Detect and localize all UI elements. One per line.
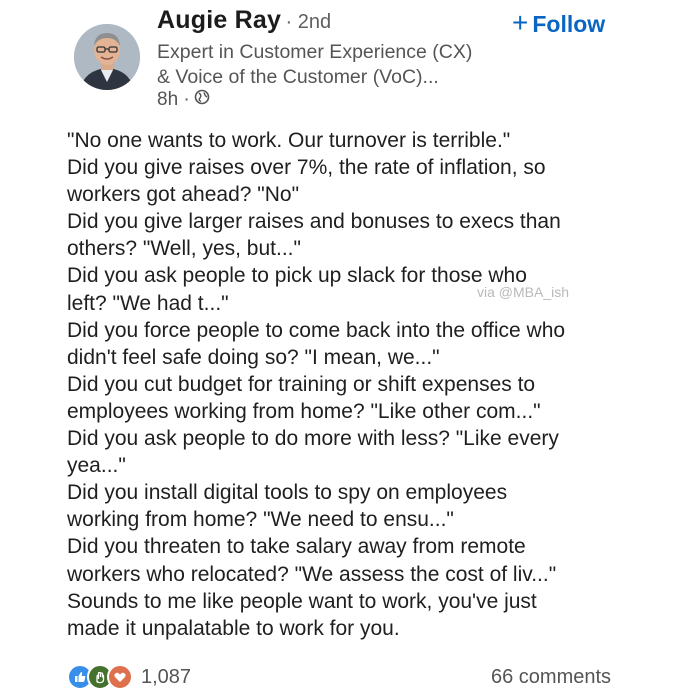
post-line: employees working from home? "Like other… — [67, 399, 541, 423]
follow-label: Follow — [532, 10, 606, 37]
post-line: Did you give raises over 7%, the rate of… — [67, 156, 546, 180]
post-line: Did you install digital tools to spy on … — [67, 481, 508, 505]
watermark: via @MBA_ish — [477, 284, 570, 300]
connection-degree: · 2nd — [285, 11, 332, 33]
headline-line: Expert in Customer Experience (CX) — [157, 41, 473, 63]
avatar[interactable] — [74, 24, 140, 90]
post-line: Did you force people to come back into t… — [67, 318, 566, 342]
post-line: working from home? "We need to ensu..." — [67, 508, 454, 532]
post-header: Augie Ray · 2nd Expert in Customer Exper… — [0, 0, 700, 120]
post-line: Did you cut budget for training or shift… — [67, 372, 536, 396]
headline-line: & Voice of the Customer (VoC)... — [157, 66, 439, 88]
social-bar: 1,087 66 comments — [0, 655, 700, 700]
post-line: didn't feel safe doing so? "I mean, we..… — [67, 345, 440, 369]
post-time-text: 8h · — [157, 89, 190, 110]
post-text: "No one wants to work. Our turnover is t… — [67, 127, 647, 642]
post-line: others? "Well, yes, but..." — [67, 237, 301, 261]
comments-count-link[interactable]: 66 comments — [491, 666, 611, 689]
post-line: made it unpalatable to work for you. — [67, 616, 400, 640]
plus-icon: + — [512, 7, 529, 38]
post-line: Did you give larger raises and bonuses t… — [67, 210, 561, 234]
post-line: workers who relocated? "We assess the co… — [67, 562, 557, 586]
globe-icon — [194, 89, 210, 111]
reaction-count: 1,087 — [141, 665, 192, 688]
post-line: Sounds to me like people want to work, y… — [67, 589, 537, 613]
reactions-summary[interactable]: 1,087 — [67, 664, 191, 690]
love-icon — [107, 664, 133, 690]
post-line: "No one wants to work. Our turnover is t… — [67, 129, 511, 152]
follow-button[interactable]: + Follow — [512, 8, 605, 40]
author-name-line: Augie Ray · 2nd — [157, 6, 331, 35]
author-headline: Expert in Customer Experience (CX) & Voi… — [157, 40, 517, 90]
profile-photo — [74, 24, 140, 90]
post-line: Did you threaten to take salary away fro… — [67, 535, 526, 559]
post-line: yea..." — [67, 454, 126, 478]
post-time: 8h · — [157, 89, 210, 111]
author-name[interactable]: Augie Ray — [157, 6, 281, 34]
post-line: workers got ahead? "No" — [67, 183, 300, 207]
post-line: Did you ask people to do more with less?… — [67, 427, 559, 451]
